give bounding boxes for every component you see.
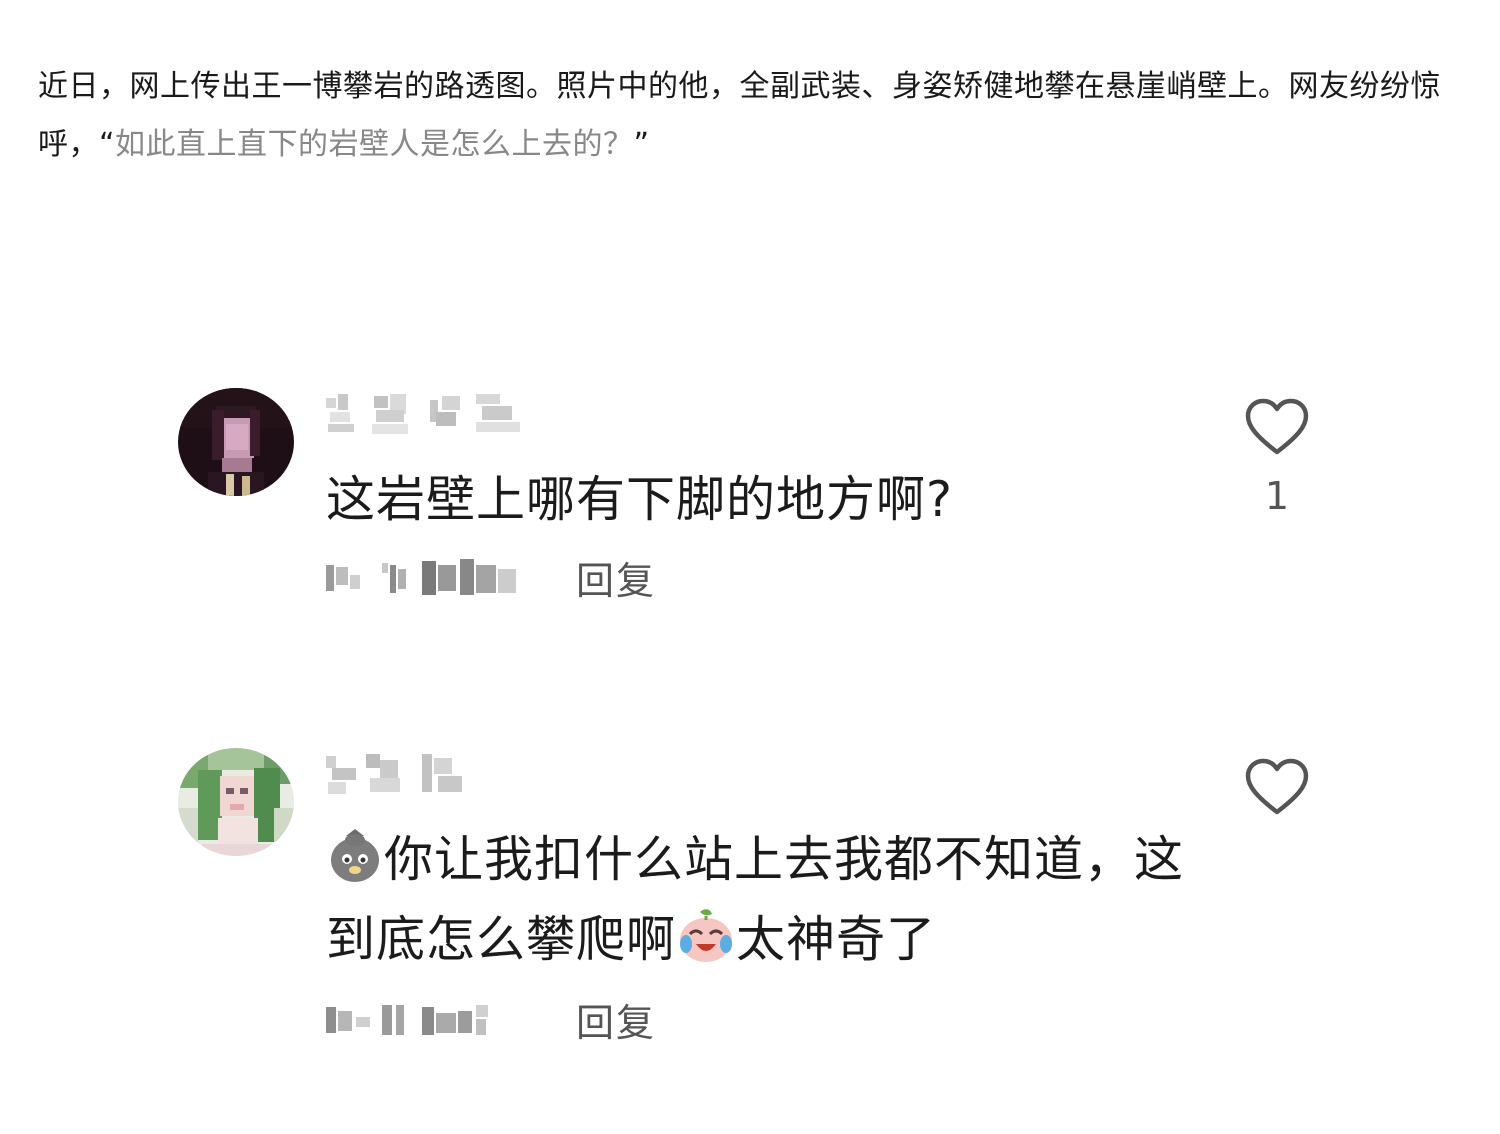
article-quote-close: ” (633, 127, 650, 162)
user-avatar[interactable] (178, 388, 294, 496)
sad-blob-emoji (326, 826, 384, 904)
crying-laughing-emoji (676, 906, 736, 984)
like-count: 1 (1264, 474, 1290, 518)
reply-button[interactable]: 回复 (576, 992, 656, 1047)
sad-blob-emoji-icon (331, 829, 379, 882)
comment-text: 你让我扣什么站上去我都不知道，这到底怎么攀爬啊 太神奇了 (326, 824, 1226, 984)
reply-button[interactable]: 回复 (576, 550, 656, 605)
heart-outline-icon (1245, 398, 1309, 455)
like-button[interactable]: 1 (1242, 398, 1312, 518)
comment-text: 这岩壁上哪有下脚的地方啊? (326, 464, 1226, 536)
article-quote: 如此直上直下的岩壁人是怎么上去的？ (115, 127, 634, 162)
user-avatar[interactable] (178, 748, 294, 856)
blurred-username-icon (326, 754, 462, 794)
comment-text-content: 这岩壁上哪有下脚的地方啊? (326, 471, 954, 528)
blurred-timestamp-location-icon (326, 1004, 488, 1035)
comment-text-part2: 太神奇了 (736, 911, 937, 968)
article-paragraph: 近日，网上传出王一博攀岩的路透图。照片中的他，全副武装、身姿矫健地攀在悬崖峭壁上… (38, 58, 1458, 174)
avatar-green-hair-icon (178, 748, 294, 856)
comment-meta: 回复 (326, 550, 656, 605)
heart-outline-icon (1245, 758, 1309, 815)
blurred-username-icon (326, 394, 520, 434)
blurred-timestamp-location-icon (326, 558, 516, 595)
avatar-dark-portrait-icon (178, 388, 294, 496)
crying-laughing-emoji-icon (680, 909, 733, 962)
like-button[interactable] (1242, 758, 1312, 834)
comment-meta: 回复 (326, 992, 656, 1047)
username-blurred[interactable] (326, 750, 486, 802)
username-blurred[interactable] (326, 390, 536, 442)
